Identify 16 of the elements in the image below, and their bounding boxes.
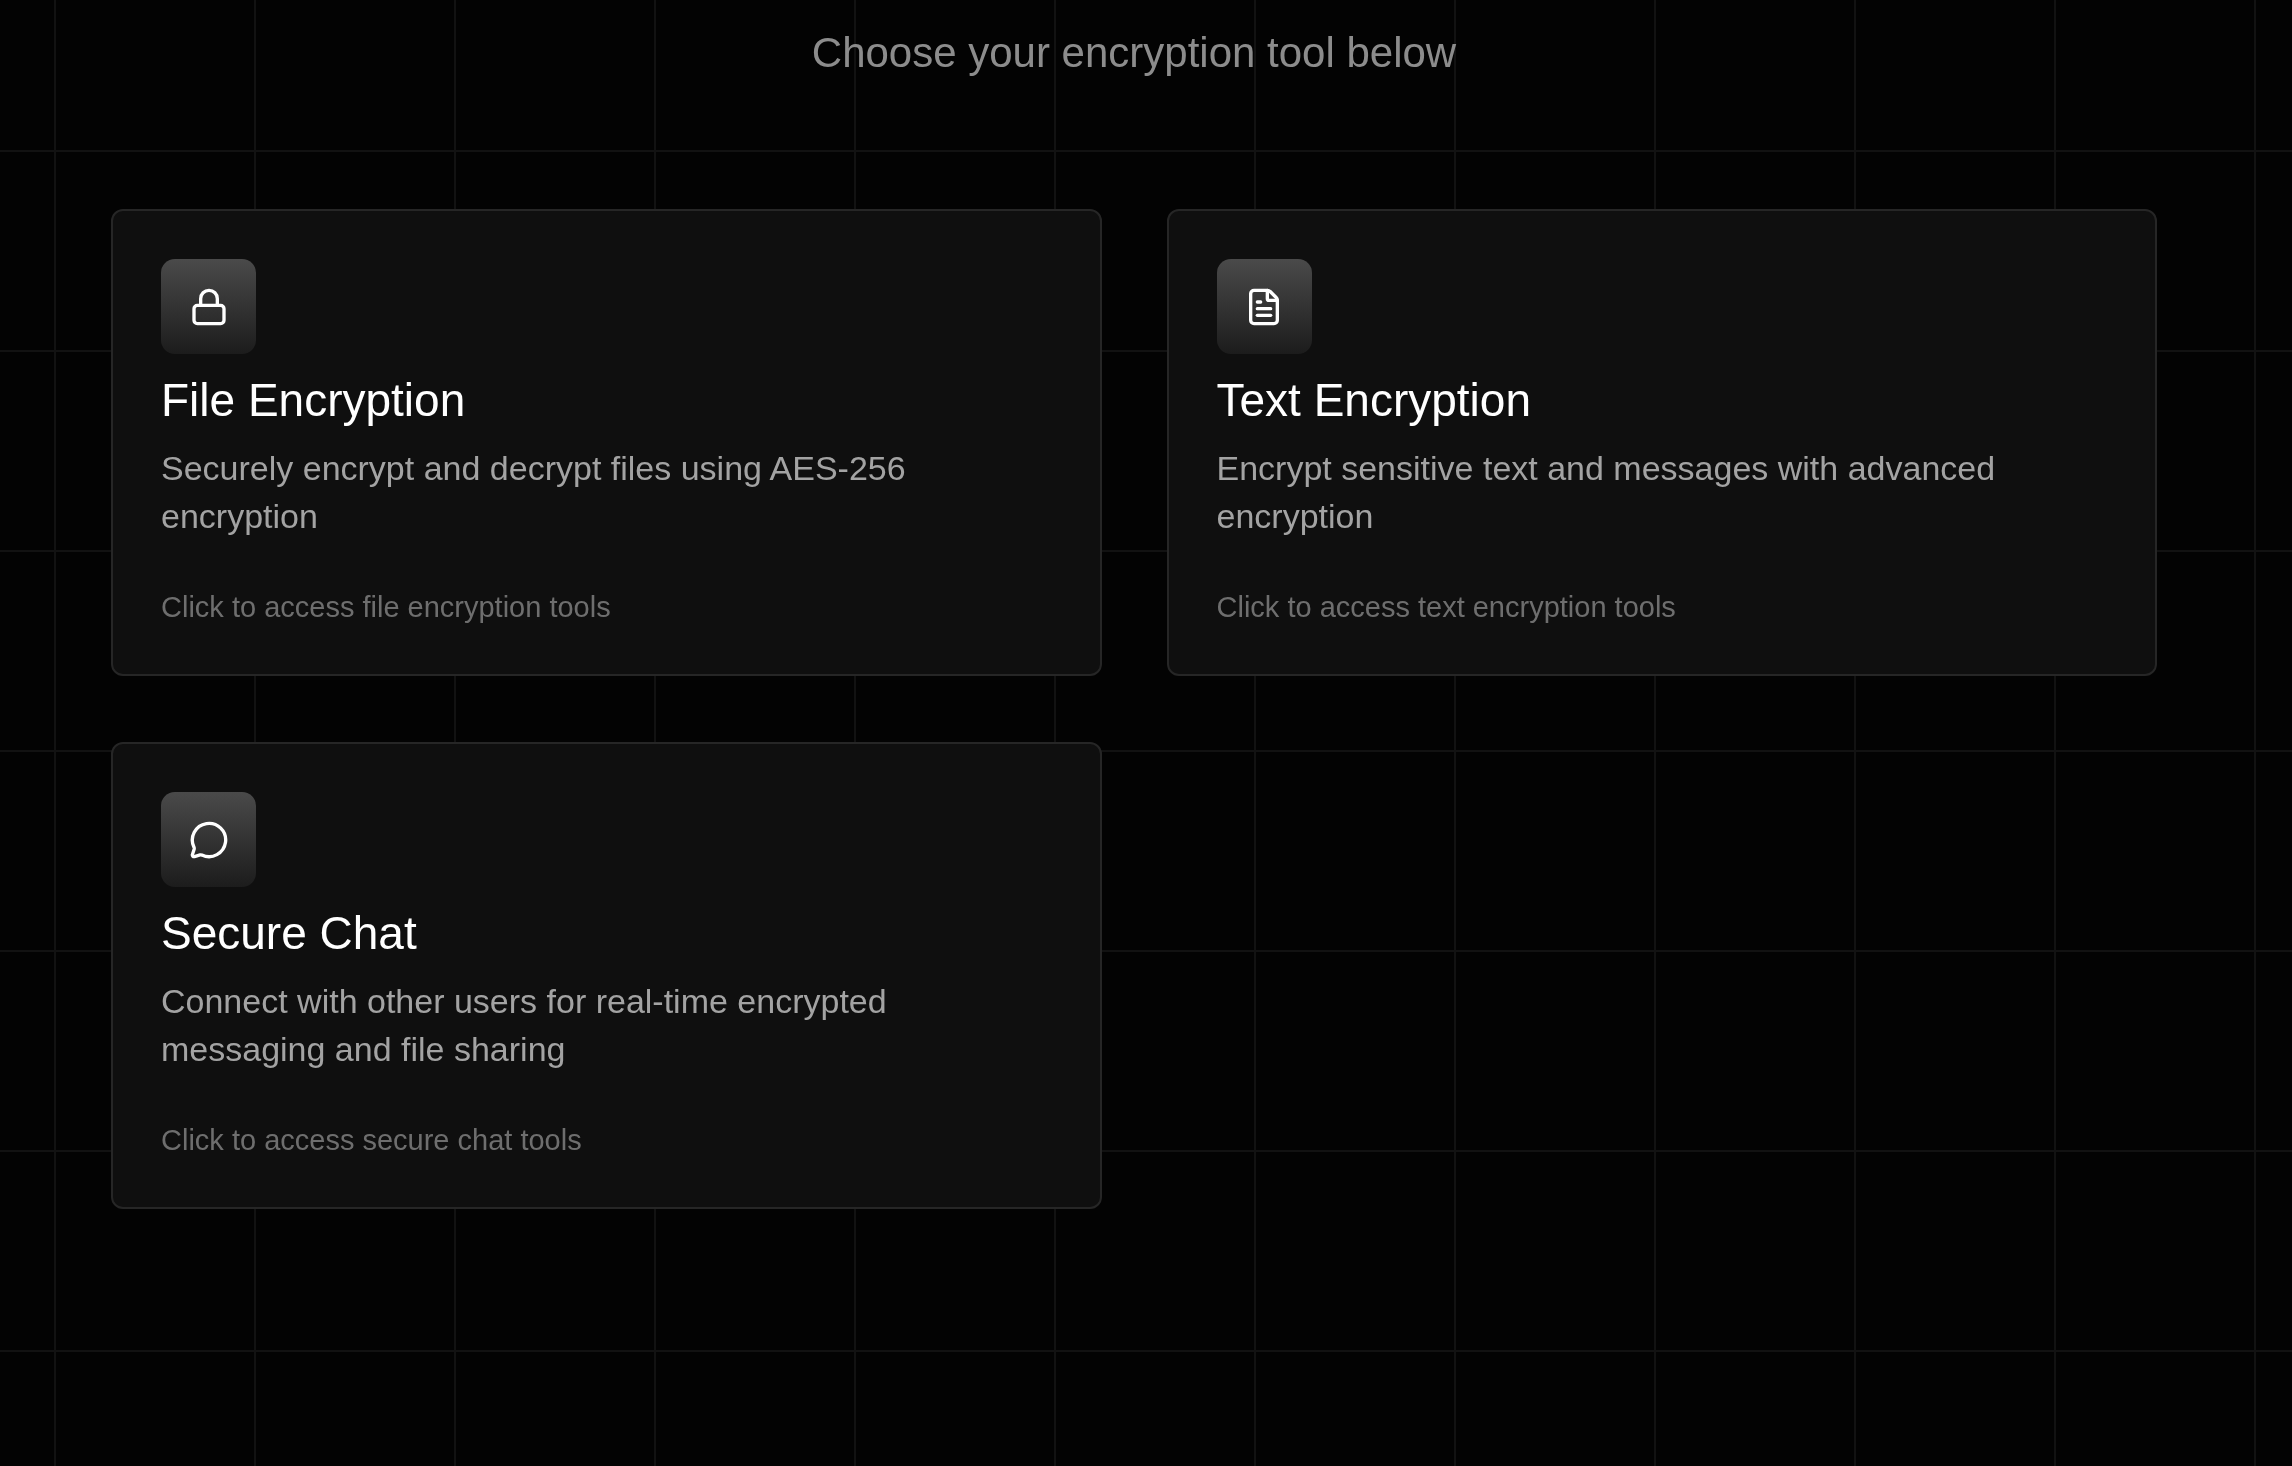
card-hint: Click to access text encryption tools [1216,590,1676,625]
card-title: File Encryption [161,373,466,428]
card-title: Secure Chat [161,906,417,961]
tool-card[interactable]: Text Encryption Encrypt sensitive text and messages with advanced encryption Click to access text encryption tools [1166,209,2157,676]
card-description: Encrypt sensitive text and messages with advanced encryption [1216,448,1997,537]
card-hint: Click to access file encryption tools [161,590,611,625]
lock-icon [161,259,256,354]
card-hint: Click to access secure chat tools [161,1123,582,1158]
tool-card[interactable]: Secure Chat Connect with other users for real-time encrypted messaging and file sharing Click to access secure chat tools [111,742,1102,1209]
card-description: Connect with other users for real-time encrypted messaging and file sharing [161,981,888,1070]
card-title: Text Encryption [1216,373,1531,428]
tool-card[interactable]: File Encryption Securely encrypt and decrypt files using AES-256 encryption Click to access file encryption tools [111,209,1102,676]
speech-bubble-icon [161,792,256,887]
card-description: Securely encrypt and decrypt files using AES-256 encryption [161,448,907,537]
document-icon [1216,259,1312,354]
page-subtitle: Choose your encryption tool below [811,28,1457,78]
